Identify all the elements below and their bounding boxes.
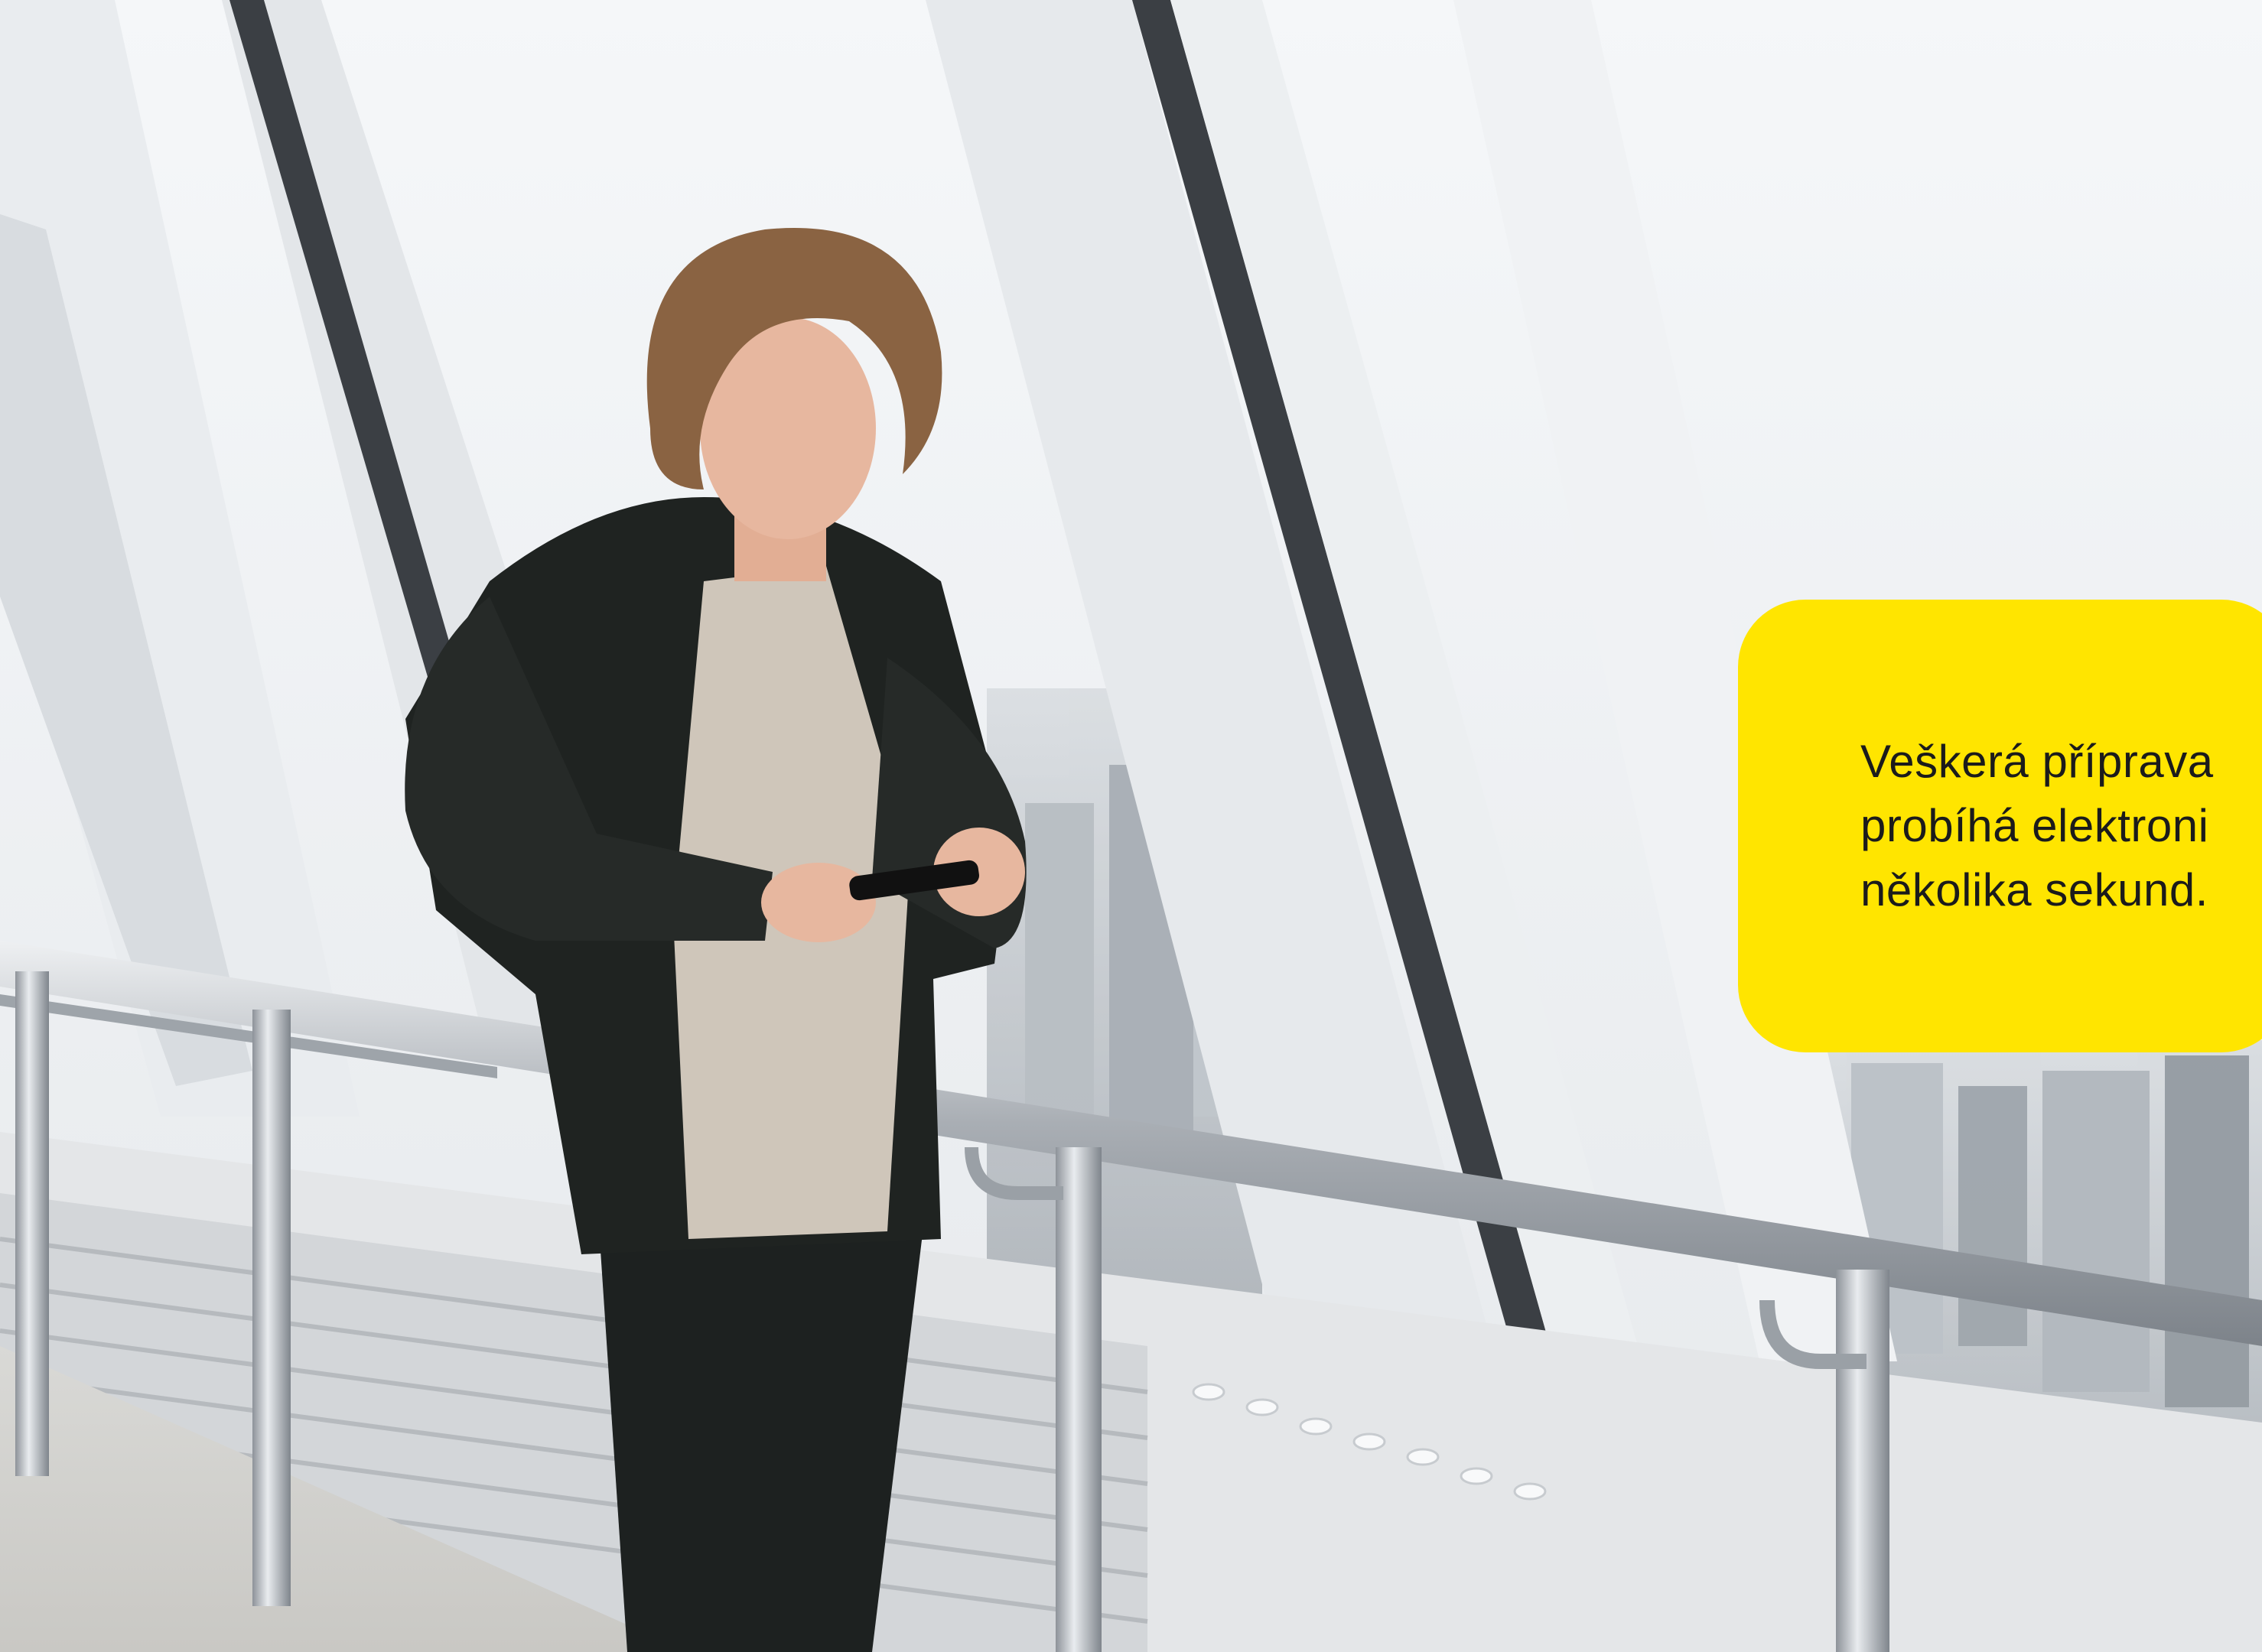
callout-line-1: Veškerá příprava <box>1860 736 2214 787</box>
callout-line-3: několika sekund. <box>1860 864 2208 915</box>
callout-text: Veškerá příprava probíhá elektroni někol… <box>1860 730 2262 922</box>
photo-scene: Veškerá příprava probíhá elektroni někol… <box>0 0 2262 1652</box>
info-callout: Veškerá příprava probíhá elektroni někol… <box>1738 600 2262 1052</box>
callout-line-2: probíhá elektroni <box>1860 800 2209 851</box>
